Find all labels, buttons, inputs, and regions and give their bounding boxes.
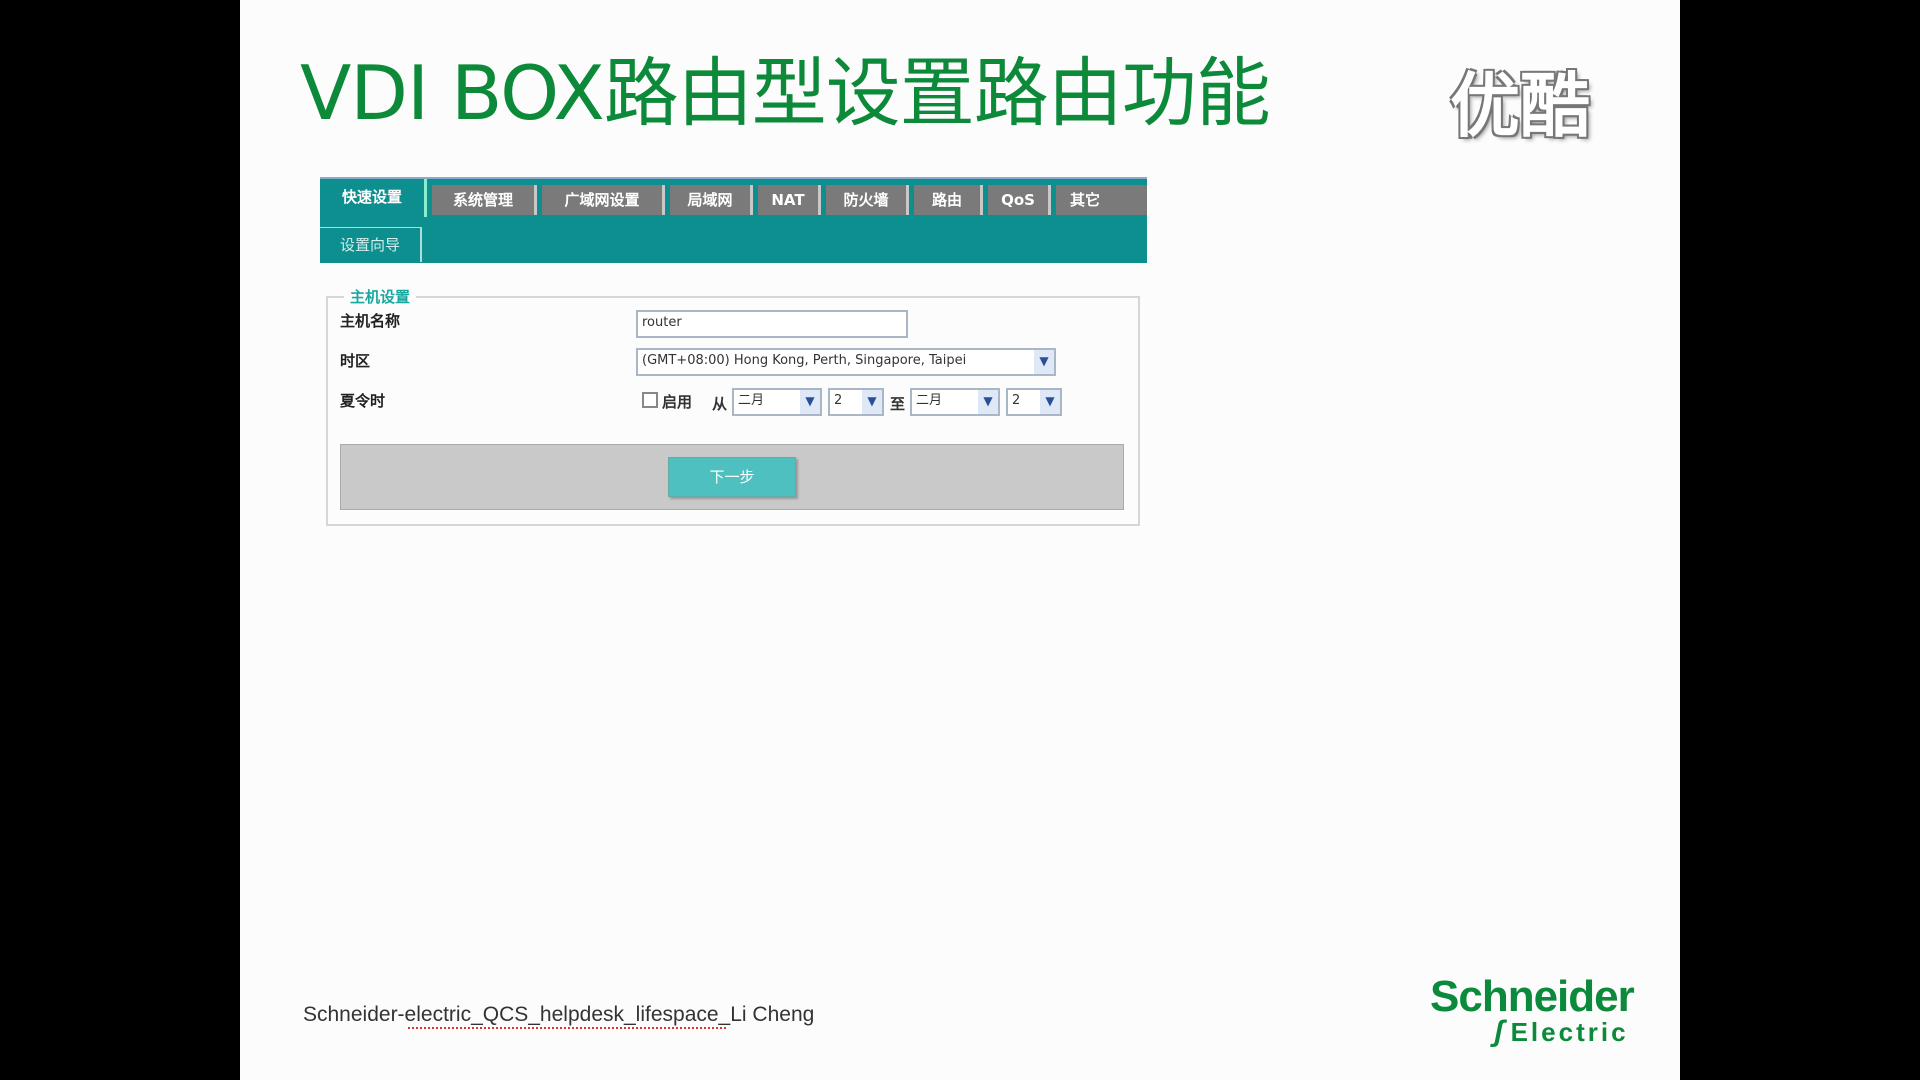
logo-electric-text: Electric	[1510, 1017, 1629, 1047]
tab-wan-settings[interactable]: 广域网设置	[542, 185, 665, 215]
dst-from-label: 从	[712, 395, 728, 413]
tab-firewall[interactable]: 防火墙	[826, 185, 909, 215]
button-bar: 下一步	[340, 444, 1124, 510]
router-admin-panel: 快速设置 系统管理 广域网设置 局域网 NAT 防火墙 路由 QoS 其它 设置…	[320, 177, 1147, 526]
dst-enable-checkbox[interactable]	[642, 392, 658, 408]
slide: VDI BOX路由型设置路由功能 优酷 快速设置 系统管理 广域网设置 局域网 …	[240, 0, 1680, 1080]
dst-to-day-value: 2	[1012, 393, 1021, 408]
chevron-down-icon: ▼	[862, 390, 882, 414]
logo-wordmark-top: Schneider	[1430, 972, 1635, 1021]
host-settings-title: 主机设置	[344, 286, 417, 307]
spellcheck-underline	[408, 1027, 726, 1029]
hostname-label: 主机名称	[340, 312, 401, 330]
footer-text: Schneider-electric_QCS_helpdesk_lifespac…	[303, 1003, 815, 1026]
tab-system-management[interactable]: 系统管理	[432, 185, 537, 215]
dst-to-month-select[interactable]: 二月 ▼	[910, 388, 1000, 416]
chevron-down-icon: ▼	[1034, 350, 1054, 374]
subtab-setup-wizard[interactable]: 设置向导	[320, 227, 422, 262]
dst-to-day-select[interactable]: 2 ▼	[1006, 388, 1062, 416]
dst-from-month-select[interactable]: 二月 ▼	[732, 388, 822, 416]
slide-title: VDI BOX路由型设置路由功能	[300, 49, 1271, 137]
sub-tab-bar: 设置向导	[320, 223, 1147, 263]
chevron-down-icon: ▼	[800, 390, 820, 414]
dst-to-label: 至	[890, 395, 906, 413]
next-step-button[interactable]: 下一步	[668, 457, 796, 497]
dst-from-month-value: 二月	[738, 393, 765, 408]
tab-qos[interactable]: QoS	[988, 185, 1051, 215]
host-settings-group: 主机设置 主机名称 router 时区 (GMT+08:00) Hong Kon…	[326, 286, 1140, 526]
main-tab-bar: 快速设置 系统管理 广域网设置 局域网 NAT 防火墙 路由 QoS 其它	[320, 177, 1147, 223]
dst-to-month-value: 二月	[916, 393, 943, 408]
youku-watermark: 优酷	[1450, 65, 1590, 147]
logo-wordmark-bottom: ʃ Electric	[1494, 1015, 1634, 1048]
hostname-input[interactable]: router	[636, 310, 908, 338]
tab-lan[interactable]: 局域网	[670, 185, 753, 215]
chevron-down-icon: ▼	[978, 390, 998, 414]
timezone-select[interactable]: (GMT+08:00) Hong Kong, Perth, Singapore,…	[636, 348, 1056, 376]
dst-enable-label: 启用	[662, 393, 693, 411]
timezone-value: (GMT+08:00) Hong Kong, Perth, Singapore,…	[642, 353, 967, 368]
timezone-label: 时区	[340, 352, 371, 370]
tab-nat[interactable]: NAT	[758, 185, 821, 215]
dst-from-day-value: 2	[834, 393, 843, 408]
tab-routing[interactable]: 路由	[914, 185, 983, 215]
tab-quick-setup[interactable]: 快速设置	[320, 179, 427, 217]
schneider-electric-logo: Schneider ʃ Electric	[1430, 972, 1635, 1048]
dst-label: 夏令时	[340, 392, 386, 410]
dst-from-day-select[interactable]: 2 ▼	[828, 388, 884, 416]
tab-other[interactable]: 其它	[1056, 185, 1147, 215]
logo-symbol-icon: ʃ	[1494, 1015, 1507, 1048]
chevron-down-icon: ▼	[1040, 390, 1060, 414]
